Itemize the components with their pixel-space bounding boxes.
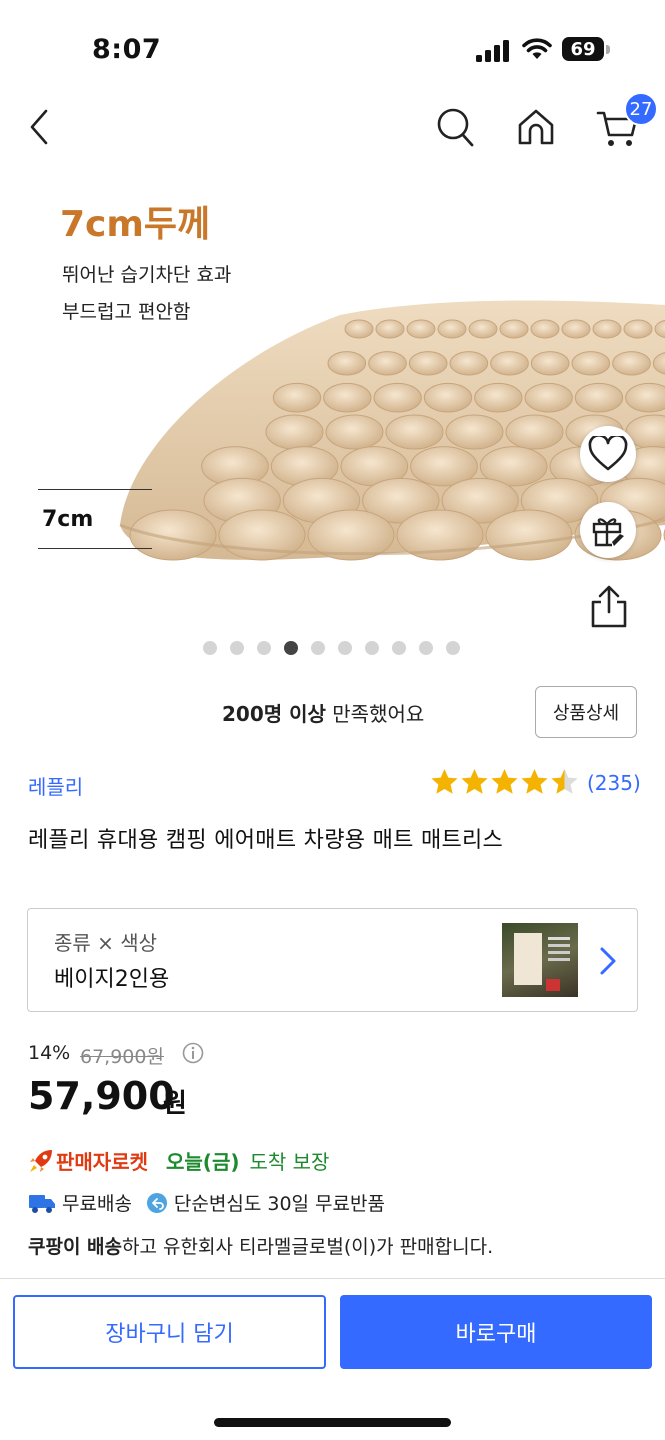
cart-count-badge: 27 xyxy=(624,92,658,126)
star-icon xyxy=(551,769,578,794)
cellular-signal-icon xyxy=(476,40,509,62)
info-icon[interactable] xyxy=(182,1042,204,1064)
option-value: 베이지2인용 xyxy=(54,967,170,992)
price-unit: 원 xyxy=(163,1089,187,1119)
arrival-day: 오늘(금) xyxy=(166,1150,240,1174)
wishlist-button[interactable] xyxy=(580,426,636,482)
original-price: 67,900원 xyxy=(80,1046,164,1068)
rating-stars xyxy=(430,768,579,796)
gift-rocket-icon xyxy=(592,518,624,547)
seller-info: 쿠팡이 배송하고 유한회사 티라멜글로벌(이)가 판매합니다. xyxy=(28,1232,493,1259)
thickness-guide-bottom xyxy=(38,548,152,549)
satisfaction-text: 200명 이상 만족했어요 xyxy=(222,698,424,727)
product-image-carousel[interactable]: 7cm두께 뛰어난 습기차단 효과 부드럽고 편안함 7cm xyxy=(0,165,665,625)
status-time: 8:07 xyxy=(92,34,162,65)
shipping-row: 무료배송 단순변심도 30일 무료반품 xyxy=(28,1189,385,1216)
sale-price: 57,900 xyxy=(28,1074,175,1118)
carousel-indicator[interactable] xyxy=(203,641,460,655)
satisfaction-label: 만족했어요 xyxy=(325,702,425,726)
add-to-cart-button[interactable]: 장바구니 담기 xyxy=(13,1295,326,1369)
star-icon xyxy=(431,769,458,794)
home-icon[interactable] xyxy=(514,105,558,149)
back-arrow-icon[interactable] xyxy=(24,107,58,147)
seller-rest: 하고 유한회사 티라멜글로벌(이)가 판매합니다. xyxy=(122,1236,494,1258)
product-detail-button[interactable]: 상품상세 xyxy=(535,686,637,738)
carousel-dot[interactable] xyxy=(311,641,325,655)
buy-now-button[interactable]: 바로구매 xyxy=(340,1295,652,1369)
option-label: 종류 × 색상 xyxy=(54,931,158,955)
thickness-guide-top xyxy=(38,489,152,490)
option-thumbnail xyxy=(502,923,578,997)
seller-rocket-label: 판매자로켓 xyxy=(56,1150,148,1174)
return-icon xyxy=(146,1192,167,1213)
hero-feature-1: 뛰어난 습기차단 효과 xyxy=(62,264,232,286)
carousel-dot[interactable] xyxy=(392,641,406,655)
free-shipping-text: 무료배송 xyxy=(62,1193,132,1215)
option-selector[interactable]: 종류 × 색상 베이지2인용 xyxy=(27,908,638,1012)
discount-rate: 14% xyxy=(28,1042,71,1064)
purchase-bar: 장바구니 담기 바로구매 xyxy=(0,1278,665,1440)
hero-headline: 7cm두께 xyxy=(60,204,211,245)
home-indicator xyxy=(214,1418,451,1427)
carousel-dot[interactable] xyxy=(203,641,217,655)
carousel-dot[interactable] xyxy=(230,641,244,655)
carousel-dot[interactable] xyxy=(338,641,352,655)
delivery-badge-row: 판매자로켓 오늘(금) 도착 보장 xyxy=(28,1146,329,1175)
product-title: 레플리 휴대용 캠핑 에어매트 차량용 매트 매트리스 xyxy=(28,828,504,853)
star-icon xyxy=(491,769,518,794)
star-icon xyxy=(461,769,488,794)
status-bar: 8:07 69 xyxy=(0,0,665,95)
satisfaction-count: 200명 이상 xyxy=(222,702,326,726)
gift-button[interactable] xyxy=(580,502,636,558)
rocket-icon xyxy=(30,1149,52,1172)
top-nav xyxy=(0,95,665,165)
carousel-dot[interactable] xyxy=(257,641,271,655)
battery-indicator: 69 xyxy=(562,37,604,61)
share-icon xyxy=(591,585,627,628)
wifi-icon xyxy=(522,38,552,59)
carousel-dot[interactable] xyxy=(446,641,460,655)
arrival-guarantee: 도착 보장 xyxy=(249,1150,330,1174)
star-icon xyxy=(521,769,548,794)
chevron-right-icon xyxy=(600,947,616,975)
battery-tip xyxy=(606,45,610,54)
carousel-dot[interactable] xyxy=(284,641,298,655)
heart-icon xyxy=(588,436,628,471)
carousel-dot[interactable] xyxy=(419,641,433,655)
thickness-label: 7cm xyxy=(42,507,94,532)
carousel-dot[interactable] xyxy=(365,641,379,655)
search-icon[interactable] xyxy=(434,105,476,149)
truck-icon xyxy=(29,1194,55,1213)
share-button[interactable] xyxy=(586,582,632,632)
seller-bold: 쿠팡이 배송 xyxy=(28,1236,123,1258)
brand-link[interactable]: 레플리 xyxy=(28,771,83,800)
free-return-text: 단순변심도 30일 무료반품 xyxy=(173,1193,385,1215)
review-count-link[interactable]: (235) xyxy=(587,771,641,795)
